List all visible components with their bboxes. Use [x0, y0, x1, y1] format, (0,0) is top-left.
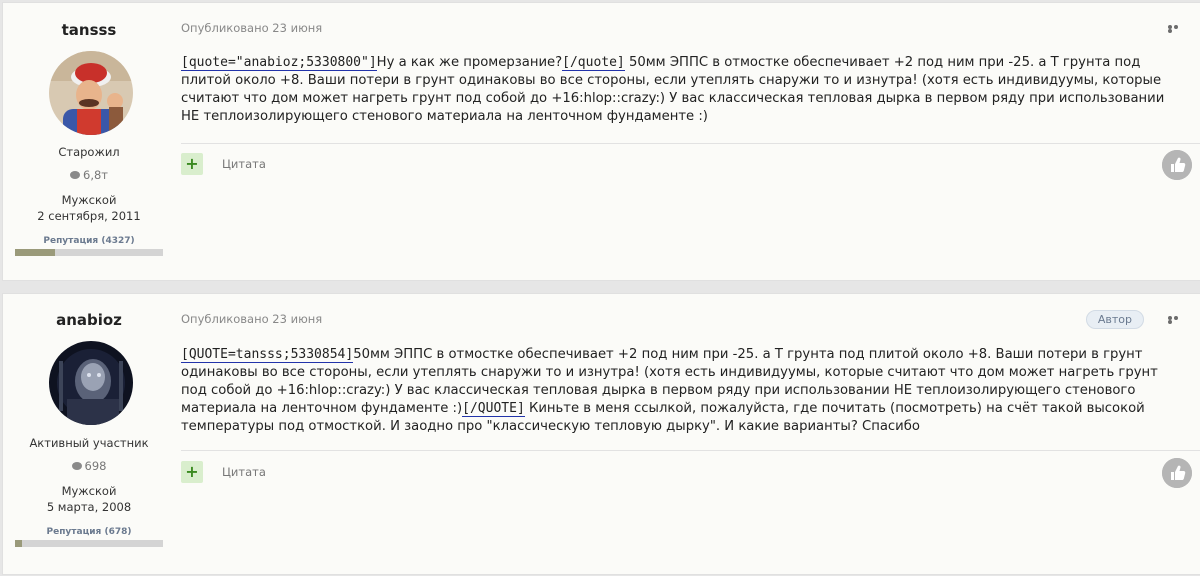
post-content: [quote="anabioz;5330800"]Ну а как же про… [181, 54, 1181, 126]
speech-bubble-icon [71, 462, 82, 470]
divider [181, 450, 1200, 451]
author-name-link[interactable]: tansss [3, 21, 175, 39]
add-to-multiquote-button[interactable]: + [181, 153, 203, 175]
reputation-label: Репутация (678) [46, 527, 132, 537]
like-button[interactable] [1162, 458, 1192, 488]
speech-bubble-icon [70, 171, 80, 179]
avatar[interactable] [49, 51, 133, 135]
avatar[interactable] [49, 341, 133, 425]
reputation-bar [15, 249, 163, 256]
author-badge: Автор [1085, 310, 1144, 329]
avatar-image [49, 51, 133, 135]
thumbs-up-icon [1162, 150, 1192, 180]
quote-button[interactable]: Цитата [222, 465, 266, 479]
post-count[interactable]: 698 [3, 459, 175, 473]
reputation-bar-fill [15, 249, 55, 256]
more-horizontal-icon[interactable] [1168, 316, 1184, 324]
like-button[interactable] [1162, 150, 1192, 180]
quote-open-tag: [quote="anabioz;5330800"] [181, 55, 377, 71]
member-gender: Мужской [61, 193, 117, 207]
post-count-value: 6,8т [83, 168, 108, 182]
post-date[interactable]: Опубликовано 23 июня [181, 21, 322, 35]
more-horizontal-icon[interactable] [1168, 25, 1184, 33]
quoted-text: Ну а как же промерзание? [376, 55, 563, 70]
member-joined-date: 5 марта, 2008 [46, 500, 132, 514]
avatar-image [49, 341, 133, 425]
forum-post: anabioz Активный участник 698 Мужской 5 … [2, 293, 1200, 575]
post-count-value: 698 [84, 459, 107, 473]
quote-open-tag: [QUOTE=tansss;5330854] [181, 347, 354, 363]
author-name-link[interactable]: anabioz [3, 311, 175, 329]
quote-button[interactable]: Цитата [222, 157, 266, 171]
quote-close-tag: [/QUOTE] [462, 401, 525, 417]
author-panel: tansss Старожил 6,8т Мужской 2 сентября,… [3, 3, 175, 280]
post-count[interactable]: 6,8т [3, 168, 175, 182]
reputation-label: Репутация (4327) [43, 236, 135, 246]
post-content: [QUOTE=tansss;5330854]50мм ЭППС в отмост… [181, 346, 1181, 436]
author-panel: anabioz Активный участник 698 Мужской 5 … [3, 294, 175, 574]
forum-post: tansss Старожил 6,8т Мужской 2 сентября,… [2, 2, 1200, 281]
add-to-multiquote-button[interactable]: + [181, 461, 203, 483]
reputation-bar-fill [15, 540, 23, 547]
quote-close-tag: [/quote] [562, 55, 625, 71]
post-date[interactable]: Опубликовано 23 июня [181, 312, 322, 326]
reputation-bar [15, 540, 163, 547]
member-rank: Активный участник [29, 436, 149, 450]
member-rank: Старожил [58, 145, 120, 159]
thumbs-up-icon [1162, 458, 1192, 488]
divider [181, 143, 1200, 144]
member-joined-date: 2 сентября, 2011 [37, 209, 141, 223]
member-gender: Мужской [61, 484, 117, 498]
